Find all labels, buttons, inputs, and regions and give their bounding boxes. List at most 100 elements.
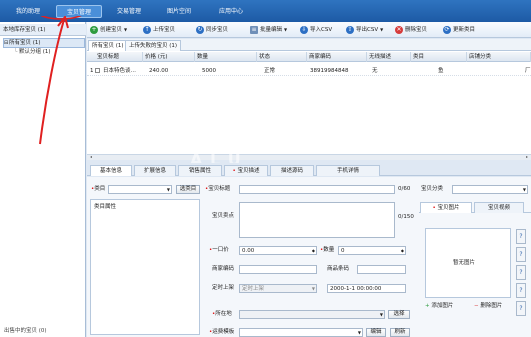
highlight-textarea[interactable] [239, 202, 395, 238]
cell-category: 鱼 [438, 68, 444, 74]
nav-app-center[interactable]: 应用中心 [208, 5, 254, 18]
image-slot-3[interactable]: ? [516, 265, 526, 280]
price-input[interactable]: 0.00 ◆ [239, 246, 317, 255]
update-category-label: 更新类目 [453, 27, 476, 33]
schedule-label: 定时上架 [212, 285, 235, 291]
import-csv-label: 导入CSV [310, 27, 333, 33]
dropdown-arrow-icon[interactable]: ▼ [284, 27, 287, 32]
row-checkbox[interactable] [95, 68, 100, 73]
col-wireless[interactable]: 无线描述 [367, 52, 411, 62]
quantity-input[interactable]: 0 ◆ [338, 246, 406, 255]
tab-item-description[interactable]: • 宝贝描述 [224, 165, 268, 176]
tab-all-items[interactable]: 所有宝贝 (1) [88, 40, 128, 51]
image-slot-4[interactable]: ? [516, 283, 526, 298]
col-price[interactable]: 价格 (元) [143, 52, 195, 62]
quantity-value: 0 [341, 248, 345, 254]
title-counter: 0/60 [398, 186, 411, 192]
delete-item-button[interactable]: ✕ 删除宝贝 [395, 25, 427, 35]
price-label-text: 一口价 [212, 247, 229, 253]
barcode-label: 商品条码 [327, 266, 350, 272]
tab-item-images[interactable]: • 宝贝图片 [420, 202, 472, 213]
batch-edit-label: 批量编辑 [260, 27, 283, 33]
scroll-right-icon[interactable]: ▸ [526, 155, 530, 159]
export-csv-button[interactable]: ⇧ 导出CSV ▼ [346, 25, 383, 35]
highlight-counter: 0/150 [398, 214, 414, 220]
highlight-label: 宝贝卖点 [212, 213, 235, 219]
tree-item-all[interactable]: ⊟所有宝贝 (1) [3, 38, 85, 48]
dropdown-arrow-icon[interactable]: ▼ [124, 27, 127, 32]
image-slot-2[interactable]: ? [516, 247, 526, 262]
tab-sales-attributes[interactable]: 销售属性 [178, 165, 222, 176]
tab-extended-info[interactable]: 扩展信息 [134, 165, 176, 176]
select-category-button[interactable]: 选类目 [176, 185, 200, 194]
col-shop-category[interactable]: 店铺分类 [467, 52, 531, 62]
sync-icon: ↻ [196, 25, 204, 34]
image-slot-1[interactable]: ? [516, 229, 526, 244]
col-merchant-code[interactable]: 商家编码 [307, 52, 367, 62]
nav-item-management[interactable]: 宝贝管理 [56, 5, 102, 18]
location-label: •所在地 [212, 311, 232, 317]
title-input[interactable] [239, 185, 395, 194]
category-select[interactable]: ▼ [108, 185, 172, 194]
delete-item-label: 删除宝贝 [405, 27, 428, 33]
add-image-label: 添加图片 [431, 303, 454, 309]
col-status[interactable]: 状态 [257, 52, 307, 62]
delete-image-label: 删除图片 [480, 303, 503, 309]
chevron-down-icon: ▼ [166, 187, 170, 192]
location-input[interactable]: ▼ [239, 310, 385, 319]
tab-item-video[interactable]: 宝贝视频 [474, 202, 524, 213]
schedule-datetime[interactable]: 2000-1-1 00:00:00 [327, 284, 406, 293]
batch-edit-button[interactable]: ≡ 批量编辑 ▼ [250, 25, 287, 35]
dropdown-arrow-icon[interactable]: ▼ [380, 27, 383, 32]
upload-icon: ↑ [143, 25, 151, 34]
chevron-down-icon: ▼ [357, 330, 361, 335]
col-title[interactable]: 宝贝标题 [95, 52, 143, 62]
cell-wireless: 无 [372, 68, 378, 74]
nav-my-assistant[interactable]: 我的助理 [6, 5, 50, 18]
horizontal-scrollbar[interactable] [87, 154, 531, 160]
shipping-template-select[interactable]: ▼ [239, 328, 363, 337]
title-label: •宝贝标题 [205, 186, 231, 192]
tree-item-default-group[interactable]: └ 默认分组 (1) [14, 48, 84, 56]
category-label: •类目 [91, 186, 106, 192]
tab-description-source[interactable]: 描述源码 [270, 165, 314, 176]
tab-upload-failed[interactable]: 上传失败的宝贝 (1) [125, 40, 182, 51]
plus-icon: + [90, 25, 98, 34]
category-attributes-panel [90, 199, 200, 335]
update-category-button[interactable]: ⟳ 更新类目 [443, 25, 475, 35]
tab-basic-info[interactable]: 基本信息 [90, 165, 132, 176]
refresh-shipping-button[interactable]: 刷新 [390, 328, 410, 337]
cell-title: 日本特色谈… [103, 68, 137, 74]
create-item-button[interactable]: + 创建宝贝 ▼ [90, 25, 127, 35]
scroll-left-icon[interactable]: ◂ [90, 155, 94, 159]
select-location-button[interactable]: 选择 [388, 310, 410, 319]
col-category[interactable]: 类目 [411, 52, 467, 62]
title-label-text: 宝贝标题 [208, 186, 231, 192]
image-slot-5[interactable]: ? [516, 301, 526, 316]
price-label: •一口价 [209, 247, 229, 253]
upload-item-button[interactable]: ↑ 上传宝贝 [143, 25, 175, 35]
delete-image-button[interactable]: − 删除图片 [474, 302, 502, 311]
nav-image-space[interactable]: 图片空间 [156, 5, 202, 18]
delete-icon: ✕ [395, 25, 403, 34]
import-csv-button[interactable]: ⇩ 导入CSV [300, 25, 332, 35]
shop-category-select[interactable]: ▼ [452, 185, 528, 194]
edit-shipping-button[interactable]: 编辑 [366, 328, 386, 337]
batch-edit-icon: ≡ [250, 25, 258, 34]
col-quantity[interactable]: 数量 [195, 52, 257, 62]
schedule-select[interactable]: 定时上架 ▼ [239, 284, 317, 293]
add-image-button[interactable]: + 添加图片 [425, 302, 453, 311]
left-panel [0, 22, 86, 337]
tree-item-default-label: 默认分组 (1) [19, 49, 51, 55]
spinner-icon[interactable]: ◆ [401, 247, 405, 254]
on-sale-items[interactable]: 出售中的宝贝 (0) [4, 326, 47, 334]
create-item-label: 创建宝贝 [100, 27, 123, 33]
cell-status: 正常 [264, 68, 276, 74]
barcode-input[interactable] [357, 265, 406, 274]
nav-trade-management[interactable]: 交易管理 [106, 5, 152, 18]
sync-item-button[interactable]: ↻ 同步宝贝 [196, 25, 228, 35]
update-icon: ⟳ [443, 25, 451, 34]
merchant-code-input[interactable] [239, 265, 317, 274]
spinner-icon[interactable]: ◆ [312, 247, 316, 254]
tab-mobile-details[interactable]: 手机详情 [316, 165, 380, 176]
